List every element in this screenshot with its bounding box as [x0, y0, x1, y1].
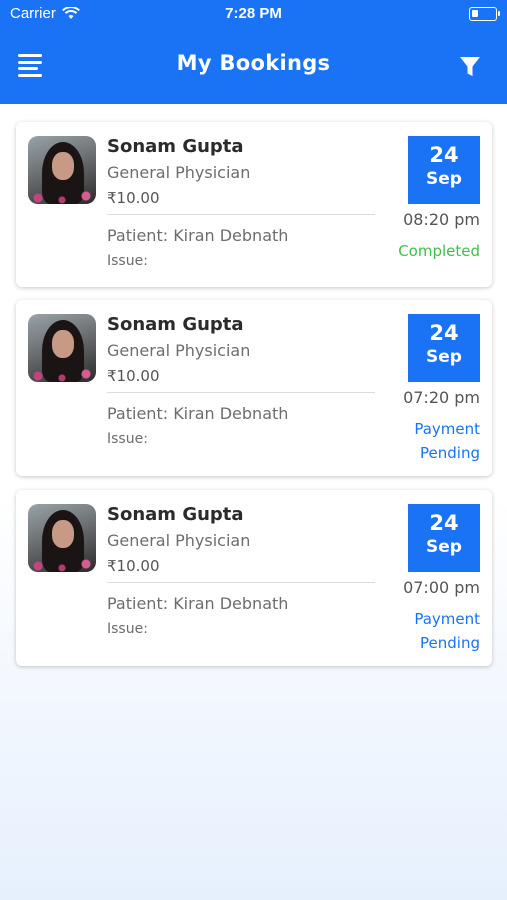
date-day: 24	[429, 143, 459, 167]
date-day: 24	[429, 321, 459, 345]
filter-icon[interactable]	[459, 56, 481, 78]
battery-icon	[469, 7, 500, 21]
doctor-name: Sonam Gupta	[107, 314, 244, 335]
doctor-specialty: General Physician	[107, 341, 251, 360]
booking-card[interactable]: Sonam Gupta General Physician ₹10.00 Pat…	[16, 122, 492, 287]
consultation-fee: ₹10.00	[107, 367, 160, 385]
card-divider	[107, 582, 375, 583]
booking-status: Completed	[398, 239, 480, 263]
doctor-specialty: General Physician	[107, 163, 251, 182]
status-time: 7:28 PM	[225, 5, 282, 22]
status-line-2: Pending	[420, 634, 480, 652]
doctor-specialty: General Physician	[107, 531, 251, 550]
booking-status: Payment Pending	[414, 607, 480, 655]
patient-name: Patient: Kiran Debnath	[107, 226, 289, 245]
status-line-1: Payment	[414, 420, 480, 438]
nav-bar: My Bookings	[0, 28, 507, 104]
doctor-avatar	[28, 504, 96, 572]
date-month: Sep	[426, 537, 462, 557]
date-month: Sep	[426, 347, 462, 367]
doctor-name: Sonam Gupta	[107, 136, 244, 157]
booking-time: 07:00 pm	[403, 578, 480, 597]
date-month: Sep	[426, 169, 462, 189]
date-badge: 24 Sep	[408, 504, 480, 572]
issue-label: Issue:	[107, 621, 148, 637]
patient-name: Patient: Kiran Debnath	[107, 594, 289, 613]
patient-name: Patient: Kiran Debnath	[107, 404, 289, 423]
booking-card[interactable]: Sonam Gupta General Physician ₹10.00 Pat…	[16, 490, 492, 666]
doctor-avatar	[28, 314, 96, 382]
issue-label: Issue:	[107, 253, 148, 269]
booking-time: 07:20 pm	[403, 388, 480, 407]
date-badge: 24 Sep	[408, 314, 480, 382]
date-badge: 24 Sep	[408, 136, 480, 204]
doctor-avatar	[28, 136, 96, 204]
consultation-fee: ₹10.00	[107, 557, 160, 575]
card-divider	[107, 214, 375, 215]
status-line-1: Payment	[414, 610, 480, 628]
card-divider	[107, 392, 375, 393]
date-day: 24	[429, 511, 459, 535]
consultation-fee: ₹10.00	[107, 189, 160, 207]
page-title: My Bookings	[176, 51, 331, 75]
issue-label: Issue:	[107, 431, 148, 447]
booking-card[interactable]: Sonam Gupta General Physician ₹10.00 Pat…	[16, 300, 492, 476]
status-line-1: Completed	[398, 242, 480, 260]
battery-level	[472, 10, 478, 17]
booking-status: Payment Pending	[414, 417, 480, 465]
status-bar: Carrier 7:28 PM	[0, 0, 507, 28]
booking-time: 08:20 pm	[403, 210, 480, 229]
status-line-2: Pending	[420, 444, 480, 462]
doctor-name: Sonam Gupta	[107, 504, 244, 525]
